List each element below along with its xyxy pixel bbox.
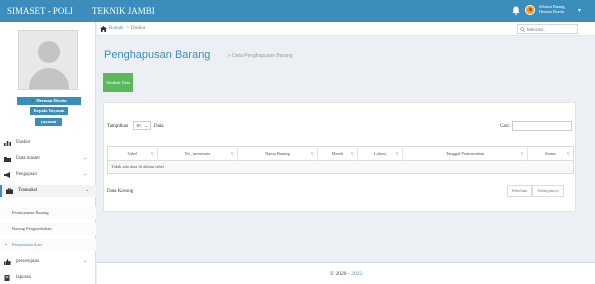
- table-header: Tabel ⇅ No_inventaris ⇅ Nama Barang ⇅ Merek…: [108, 147, 573, 161]
- thumbs-up-icon: [4, 259, 11, 265]
- home-icon[interactable]: [100, 26, 107, 32]
- column-header-tanggal-pemusnahan[interactable]: Tanggal Pemusnahan ⇅: [403, 147, 528, 161]
- next-page-button[interactable]: Selanjutnya: [532, 185, 564, 197]
- chevron-down-icon: ⌄: [144, 123, 148, 128]
- page-title: Penghapusan Barang: [104, 49, 211, 61]
- sort-icon: ⇅: [310, 151, 314, 156]
- sidebar-item-label: persetujuan: [16, 259, 40, 264]
- breadcrumb-current: Dasbor: [131, 26, 146, 31]
- sort-icon: ⇅: [230, 151, 234, 156]
- sidebar-subitem-pengembalian[interactable]: Barang Pengembalian: [0, 223, 96, 235]
- breadcrumb-home-link[interactable]: Rumah: [109, 22, 123, 36]
- previous-page-button[interactable]: Sebelum: [507, 185, 532, 197]
- sort-icon: ⇅: [520, 151, 524, 156]
- sidebar-item-pengajuan[interactable]: Pengajuan ⌄: [0, 169, 96, 181]
- top-navbar: SIMASET - POLI TEKNIK JAMBI Selamat Data…: [0, 0, 595, 22]
- page-subtitle: » Data Penghapusan Barang: [228, 53, 293, 59]
- column-header-tabel[interactable]: Tabel ⇅: [108, 147, 158, 161]
- column-header-nama-barang[interactable]: Nama Barang ⇅: [238, 147, 318, 161]
- chevron-down-icon: ⌄: [83, 259, 88, 264]
- megaphone-icon: [4, 172, 10, 178]
- avatar-body: [29, 68, 69, 89]
- sort-icon: ⇅: [150, 151, 154, 156]
- table-search-input[interactable]: [512, 121, 572, 131]
- main-content: Rumah > Dasbor Penghapusan Barang » Data…: [97, 22, 595, 284]
- user-menu[interactable]: Selamat Datang, Herman Hosein: [539, 4, 565, 14]
- column-header-no-inventaris[interactable]: No_inventaris ⇅: [158, 147, 238, 161]
- length-select-value: 10: [136, 123, 141, 128]
- search-input[interactable]: [527, 25, 577, 33]
- user-avatar-icon[interactable]: [525, 5, 535, 15]
- profile-name: Herman Hosein: [17, 97, 81, 105]
- data-table: Tabel ⇅ No_inventaris ⇅ Nama Barang ⇅ Merek…: [107, 146, 574, 174]
- global-search[interactable]: [517, 24, 578, 34]
- sidebar-item-label: Transaksi: [18, 188, 38, 193]
- sidebar-subitem-peminjaman[interactable]: Peminjaman Barang: [0, 207, 96, 219]
- caret-down-icon[interactable]: ▾: [578, 7, 581, 14]
- sidebar-item-transaksi[interactable]: Transaksi ⌄: [0, 185, 96, 197]
- sidebar-item-label: laporan: [16, 275, 31, 280]
- profile-role: Kepala Yayasan: [30, 107, 68, 115]
- sidebar: Herman Hosein Kepala Yayasan yayasan Das…: [0, 22, 96, 284]
- sidebar-item-label: Pengajuan: [16, 172, 37, 177]
- footer-copyright: © 2020 - 2022: [329, 271, 363, 277]
- length-select[interactable]: 10 ⌄: [133, 121, 151, 130]
- app-brand-suffix[interactable]: TEKNIK JAMBI: [92, 0, 155, 22]
- report-icon: [4, 275, 10, 281]
- sidebar-item-data-master[interactable]: Data master ⌄: [0, 153, 96, 165]
- add-data-button[interactable]: Tambah Data: [103, 73, 133, 92]
- column-header-merek[interactable]: Merek ⇅: [318, 147, 358, 161]
- empty-table-message: Tidak ada data di dalam tabel: [108, 161, 573, 173]
- breadcrumb: Rumah > Dasbor: [97, 22, 595, 36]
- chevron-down-icon: ⌄: [83, 156, 88, 161]
- online-status-icon: [31, 99, 35, 103]
- sidebar-item-dasbor[interactable]: Dasbor: [0, 137, 96, 149]
- folder-icon: [4, 157, 11, 162]
- length-suffix: Data: [154, 124, 164, 129]
- search-icon: [520, 27, 525, 32]
- column-header-status[interactable]: Status ⇅: [528, 147, 573, 161]
- table-search-label: Cari:: [500, 124, 510, 129]
- data-table-panel: Tampilkan 10 ⌄ Data Cari: Tabel ⇅ No_inve…: [103, 102, 576, 212]
- chevron-down-icon: ⌄: [83, 172, 88, 177]
- footer: © 2020 - 2022: [97, 262, 595, 284]
- length-label: Tampilkan: [107, 124, 129, 129]
- sort-icon: ⇅: [350, 151, 354, 156]
- profile-company: yayasan: [35, 118, 62, 126]
- profile-avatar: [18, 30, 78, 90]
- sort-icon: ⇅: [566, 151, 570, 156]
- footer-year: 2022: [351, 271, 363, 277]
- sort-icon: ⇅: [395, 151, 399, 156]
- breadcrumb-separator: >: [126, 26, 129, 31]
- table-info: Data Kosong: [107, 189, 134, 194]
- column-header-lokasi[interactable]: Lokasi ⇅: [358, 147, 403, 161]
- chevron-down-icon: ⌄: [85, 188, 90, 193]
- dashboard-icon: [4, 141, 11, 146]
- bell-icon[interactable]: [512, 6, 520, 15]
- sidebar-item-label: Data master: [16, 156, 41, 161]
- topbar-user-name: Herman Hosein: [539, 9, 565, 14]
- sidebar-subitem-penyusutan[interactable]: Penyusutan Aset: [0, 239, 96, 251]
- briefcase-icon: [6, 188, 13, 194]
- sidebar-item-persetujuan[interactable]: persetujuan ⌄: [0, 256, 96, 268]
- sidebar-item-laporan[interactable]: laporan: [0, 272, 96, 284]
- avatar-head: [38, 41, 60, 63]
- app-brand[interactable]: SIMASET - POLI: [0, 0, 92, 22]
- sidebar-item-label: Dasbor: [16, 140, 31, 145]
